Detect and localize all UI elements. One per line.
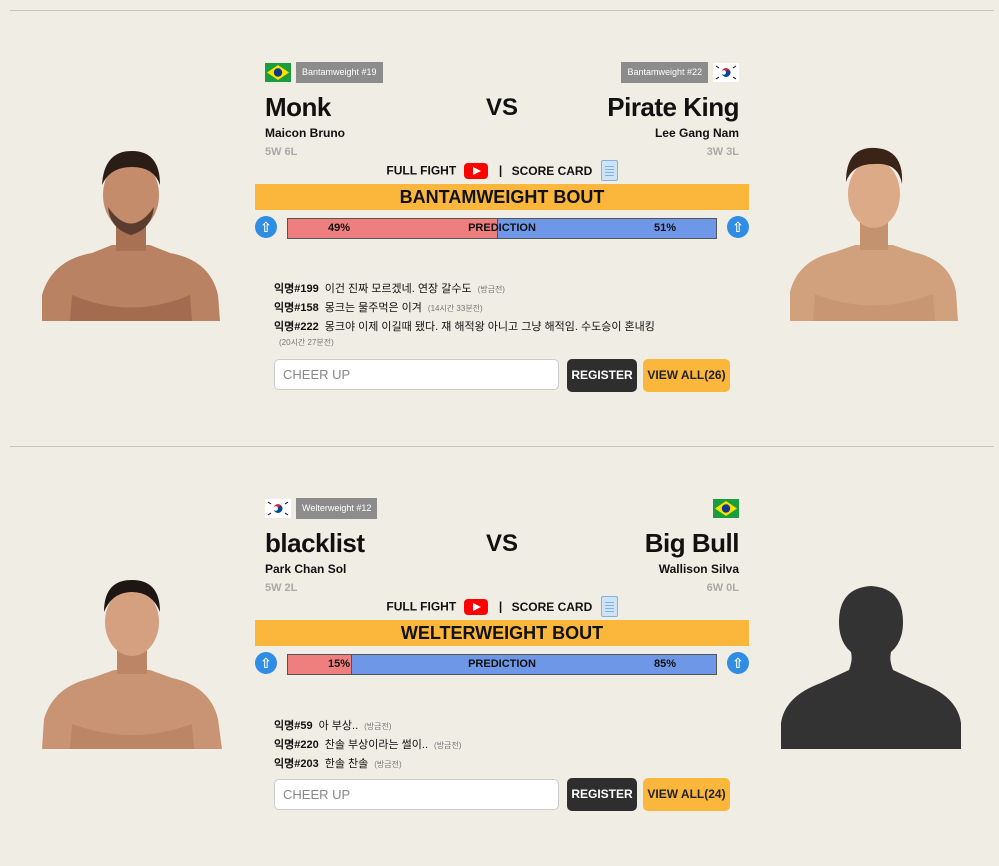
score-card-link[interactable]: SCORE CARD bbox=[512, 164, 593, 178]
prediction-bar: PREDICTION 15% 85% bbox=[287, 654, 717, 675]
korea-flag-icon bbox=[713, 63, 739, 82]
comment-text: 몽크는 물주먹은 이겨 bbox=[324, 302, 422, 314]
bout-title: WELTERWEIGHT BOUT bbox=[255, 620, 749, 646]
brazil-flag-icon bbox=[713, 499, 739, 518]
bout-title: BANTAMWEIGHT BOUT bbox=[255, 184, 749, 210]
comment-item: 익명#59 아 부상.. (방금전) bbox=[274, 717, 744, 736]
fighter-photo-left[interactable] bbox=[42, 145, 220, 321]
document-icon[interactable] bbox=[600, 160, 618, 181]
register-button[interactable]: REGISTER bbox=[567, 778, 637, 811]
prediction-label: PREDICTION bbox=[468, 222, 536, 234]
bout-card-2: Welterweight #12 blacklist VS Big Bull P… bbox=[0, 436, 999, 866]
comment-time: (방금전) bbox=[434, 741, 462, 750]
left-percent: 15% bbox=[328, 658, 351, 670]
cheer-input[interactable] bbox=[274, 359, 559, 390]
fight-links: FULL FIGHT | SCORE CARD bbox=[255, 596, 749, 617]
comment-text: 한솔 찬솔 bbox=[324, 758, 369, 770]
left-rank-badge: Bantamweight #19 bbox=[296, 62, 383, 83]
right-rank-badge: Bantamweight #22 bbox=[621, 62, 708, 83]
full-fight-link[interactable]: FULL FIGHT bbox=[386, 164, 456, 178]
brazil-flag-icon bbox=[265, 63, 291, 82]
comment-time: (20시간 27분전) bbox=[279, 338, 334, 347]
comment-time: (방금전) bbox=[374, 760, 402, 769]
vote-right-arrow-up-icon[interactable]: ⇧ bbox=[727, 216, 749, 238]
comment-user: 익명#59 bbox=[274, 720, 313, 732]
left-fighter-record: 5W 6L bbox=[265, 146, 298, 158]
left-fighter-name: Maicon Bruno bbox=[265, 126, 345, 140]
comment-text: 찬솔 부상이라는 썰이.. bbox=[324, 739, 429, 751]
right-percent: 51% bbox=[653, 222, 676, 234]
comment-text: 아 부상.. bbox=[318, 720, 359, 732]
comment-time: (14시간 33분전) bbox=[427, 304, 483, 313]
korea-flag-icon bbox=[265, 499, 291, 518]
comment-list: 익명#199 이건 진짜 모르겠네. 연장 갈수도 (방금전) 익명#158 몽크는 … bbox=[274, 280, 744, 350]
comment-user: 익명#199 bbox=[274, 283, 319, 295]
left-rank-badge: Welterweight #12 bbox=[296, 498, 378, 519]
comment-text: 이건 진짜 모르겠네. 연장 갈수도 bbox=[324, 283, 472, 295]
vote-left-arrow-up-icon[interactable]: ⇧ bbox=[255, 652, 277, 674]
comment-item: 익명#220 찬솔 부상이라는 썰이.. (방금전) bbox=[274, 736, 744, 755]
prediction-row: ⇧ PREDICTION 15% 85% ⇧ bbox=[255, 652, 749, 676]
prediction-row: ⇧ PREDICTION 49% 51% ⇧ bbox=[255, 216, 749, 240]
youtube-icon[interactable] bbox=[463, 598, 488, 615]
comment-item: 익명#199 이건 진짜 모르겠네. 연장 갈수도 (방금전) bbox=[274, 280, 744, 299]
fighter-photo-right[interactable] bbox=[790, 142, 958, 321]
full-fight-link[interactable]: FULL FIGHT bbox=[386, 600, 456, 614]
prediction-label: PREDICTION bbox=[468, 658, 536, 670]
cheer-input[interactable] bbox=[274, 779, 559, 810]
link-separator: | bbox=[498, 163, 503, 178]
left-fighter-record: 5W 2L bbox=[265, 582, 298, 594]
left-fighter-name: Park Chan Sol bbox=[265, 562, 347, 576]
right-fighter-record: 3W 3L bbox=[706, 146, 739, 158]
comment-item: 익명#158 몽크는 물주먹은 이겨 (14시간 33분전) bbox=[274, 299, 744, 318]
score-card-link[interactable]: SCORE CARD bbox=[512, 600, 593, 614]
bout-center-panel: Bantamweight #19 Bantamweight #22 Monk V… bbox=[255, 62, 749, 402]
comment-item: 익명#203 한솔 찬솔 (방금전) bbox=[274, 755, 744, 774]
fighter-silhouette-right[interactable] bbox=[781, 578, 961, 749]
comment-list: 익명#59 아 부상.. (방금전) 익명#220 찬솔 부상이라는 썰이.. (방금전… bbox=[274, 717, 744, 774]
comment-time: (방금전) bbox=[477, 285, 505, 294]
comment-time: (방금전) bbox=[364, 722, 392, 731]
vote-left-arrow-up-icon[interactable]: ⇧ bbox=[255, 216, 277, 238]
comment-user: 익명#158 bbox=[274, 302, 319, 314]
document-icon[interactable] bbox=[600, 596, 618, 617]
comment-text: 몽크야 이제 이길때 됐다. 쟤 해적왕 아니고 그냥 해적임. 수도승이 혼내… bbox=[324, 321, 655, 333]
youtube-icon[interactable] bbox=[463, 162, 488, 179]
link-separator: | bbox=[498, 599, 503, 614]
vote-right-arrow-up-icon[interactable]: ⇧ bbox=[727, 652, 749, 674]
right-fighter-nickname[interactable]: Big Bull bbox=[645, 528, 740, 559]
register-button[interactable]: REGISTER bbox=[567, 359, 637, 392]
view-all-button[interactable]: VIEW ALL(26) bbox=[643, 359, 730, 392]
right-fighter-record: 6W 0L bbox=[706, 582, 739, 594]
comment-user: 익명#203 bbox=[274, 758, 319, 770]
right-fighter-name: Wallison Silva bbox=[658, 562, 739, 576]
comment-user: 익명#220 bbox=[274, 739, 319, 751]
right-fighter-name: Lee Gang Nam bbox=[654, 126, 739, 140]
fight-links: FULL FIGHT | SCORE CARD bbox=[255, 160, 749, 181]
left-percent: 49% bbox=[328, 222, 351, 234]
view-all-button[interactable]: VIEW ALL(24) bbox=[643, 778, 730, 811]
comment-user: 익명#222 bbox=[274, 321, 319, 333]
right-fighter-nickname[interactable]: Pirate King bbox=[607, 92, 739, 123]
bout-center-panel: Welterweight #12 blacklist VS Big Bull P… bbox=[255, 498, 749, 838]
fighter-photo-left[interactable] bbox=[42, 574, 222, 749]
comment-item: 익명#222 몽크야 이제 이길때 됐다. 쟤 해적왕 아니고 그냥 해적임. 수… bbox=[274, 318, 744, 336]
bout-card-1: Bantamweight #19 Bantamweight #22 Monk V… bbox=[0, 0, 999, 430]
right-percent: 85% bbox=[653, 658, 676, 670]
prediction-bar: PREDICTION 49% 51% bbox=[287, 218, 717, 239]
